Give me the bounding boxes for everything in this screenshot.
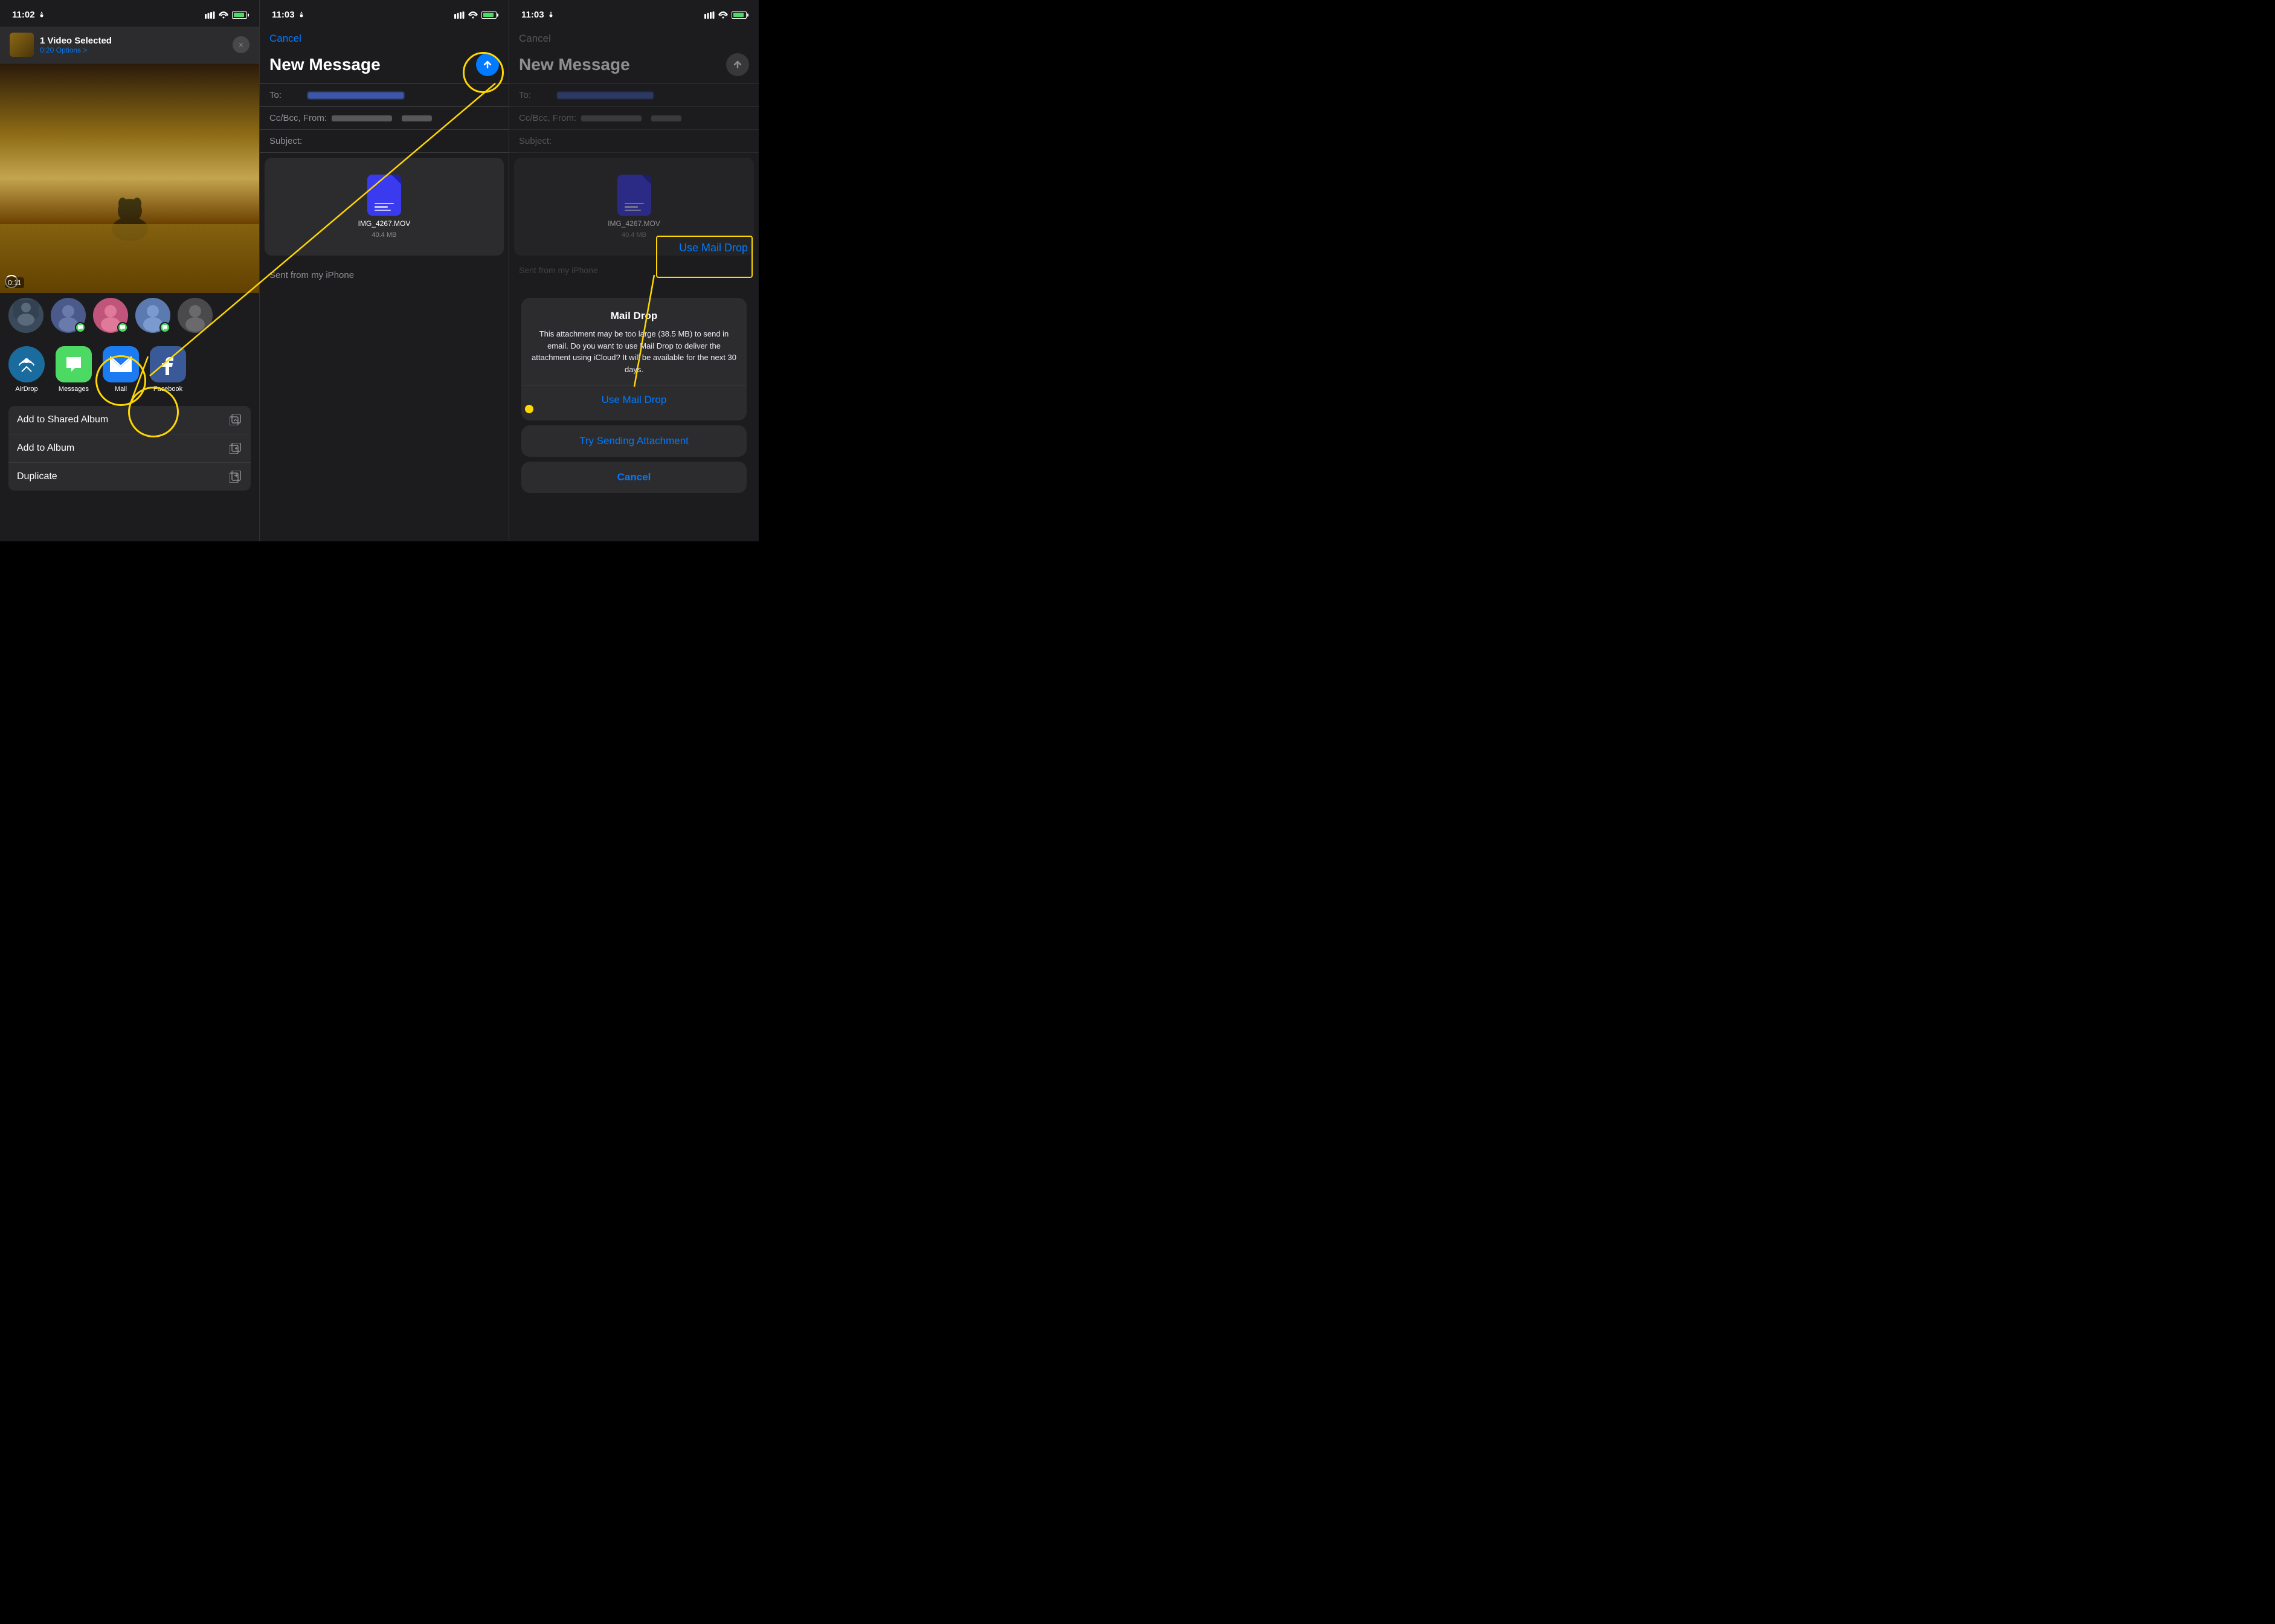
contact-2[interactable] xyxy=(51,298,86,333)
main-photo xyxy=(0,63,259,293)
duplicate[interactable]: Duplicate xyxy=(8,463,251,491)
messages-label: Messages xyxy=(59,385,89,393)
contact-3[interactable] xyxy=(93,298,128,333)
mail-icon[interactable] xyxy=(103,346,139,382)
selected-count: 1 Video Selected xyxy=(40,36,227,46)
yellow-dot-mail-drop xyxy=(525,405,533,413)
ccbcc-value-3 xyxy=(581,115,642,121)
subject-field[interactable]: Subject: xyxy=(260,130,509,153)
facebook-label: Facebook xyxy=(153,385,182,393)
share-airdrop[interactable]: AirDrop xyxy=(8,346,45,393)
add-shared-album[interactable]: Add to Shared Album xyxy=(8,406,251,434)
dialog-body: This attachment may be too large (38.5 M… xyxy=(531,328,737,375)
share-messages[interactable]: Messages xyxy=(56,346,92,393)
close-button[interactable]: × xyxy=(233,36,249,53)
cancel-dimmed: Cancel xyxy=(509,27,759,51)
contact-4[interactable] xyxy=(135,298,170,333)
use-mail-drop-btn[interactable]: Use Mail Drop xyxy=(531,385,737,408)
add-to-album[interactable]: Add to Album xyxy=(8,434,251,463)
share-mail[interactable]: Mail xyxy=(103,346,139,393)
contact-1[interactable] xyxy=(8,298,43,333)
photo-grid: 0:11 xyxy=(0,63,259,293)
mail-drop-dialog: Mail Drop This attachment may be too lar… xyxy=(521,298,747,493)
cancel-button-2[interactable]: Cancel xyxy=(260,27,509,51)
share-facebook[interactable]: Facebook xyxy=(150,346,186,393)
to-field-3: To: xyxy=(509,84,759,107)
status-bar-2: 11:03 xyxy=(260,0,509,27)
attachment-block: IMG_4267.MOV 40.4 MB xyxy=(272,165,497,248)
status-icons-2 xyxy=(454,11,497,19)
dialog-title: Mail Drop xyxy=(531,310,737,322)
status-bar-3: 11:03 xyxy=(509,0,759,27)
shared-album-icon xyxy=(229,413,242,427)
status-bar-1: 11:02 xyxy=(0,0,259,27)
attachment-size: 40.4 MB xyxy=(372,231,397,239)
attachment-name: IMG_4267.MOV xyxy=(358,219,411,228)
video-options[interactable]: 0:20 Options > xyxy=(40,46,227,54)
compose-header-dimmed: New Message xyxy=(509,51,759,83)
to-field[interactable]: To: xyxy=(260,84,509,107)
try-sending-btn[interactable]: Try Sending Attachment xyxy=(521,425,747,457)
screen-2: 11:03 Cancel New Message To: Cc/Bcc xyxy=(260,0,509,541)
compose-area-3: IMG_4267.MOV 40.4 MB xyxy=(514,158,754,256)
ccbcc-value xyxy=(332,115,392,121)
attachment-size-3: 40.4 MB xyxy=(622,231,646,239)
send-btn-dimmed xyxy=(726,53,749,76)
to-value-3 xyxy=(557,92,654,99)
screen-3: 11:03 Cancel New Message To: xyxy=(509,0,759,541)
s1-header: 1 Video Selected 0:20 Options > × xyxy=(0,27,259,63)
ccbcc-field-3: Cc/Bcc, From: xyxy=(509,107,759,130)
duplicate-icon xyxy=(229,470,242,483)
compose-title: New Message xyxy=(269,55,381,74)
attachment-name-3: IMG_4267.MOV xyxy=(608,219,660,228)
use-mail-drop-overlay-label: Use Mail Drop xyxy=(679,242,748,254)
mail-label: Mail xyxy=(115,385,127,393)
contacts-row xyxy=(0,293,259,338)
from-value xyxy=(402,115,432,121)
try-sending-label: Try Sending Attachment xyxy=(579,435,689,446)
sent-from: Sent from my iPhone xyxy=(260,260,509,290)
to-value xyxy=(307,92,404,99)
cancel-dialog-label: Cancel xyxy=(617,471,651,483)
airdrop-label: AirDrop xyxy=(15,385,37,393)
dialog-main: Mail Drop This attachment may be too lar… xyxy=(521,298,747,420)
share-row: AirDrop Messages Mail xyxy=(0,338,259,401)
attachment-icon xyxy=(367,175,401,216)
battery-1 xyxy=(232,11,247,19)
cancel-dialog-btn[interactable]: Cancel xyxy=(521,462,747,493)
attachment-block-3: IMG_4267.MOV 40.4 MB xyxy=(521,165,747,248)
video-duration: 0:11 xyxy=(5,277,24,288)
compose-header: New Message xyxy=(260,51,509,83)
status-icons-1 xyxy=(205,11,247,19)
time-3: 11:03 xyxy=(521,10,554,20)
screen-1: 11:02 1 Video Selected 0:20 Options > × xyxy=(0,0,260,541)
action-list: Add to Shared Album Add to Album xyxy=(8,406,251,491)
time-1: 11:02 xyxy=(12,10,45,20)
compose-title-dimmed: New Message xyxy=(519,55,630,74)
subject-field-3: Subject: xyxy=(509,130,759,153)
add-album-icon xyxy=(229,442,242,455)
sent-from-3: Sent from my iPhone xyxy=(509,260,759,280)
ccbcc-field[interactable]: Cc/Bcc, From: xyxy=(260,107,509,130)
video-thumbnail xyxy=(10,33,34,57)
time-2: 11:03 xyxy=(272,10,304,20)
compose-area: IMG_4267.MOV 40.4 MB xyxy=(265,158,504,256)
status-icons-3 xyxy=(704,11,747,19)
contact-5[interactable] xyxy=(178,298,213,333)
send-button[interactable] xyxy=(476,53,499,76)
